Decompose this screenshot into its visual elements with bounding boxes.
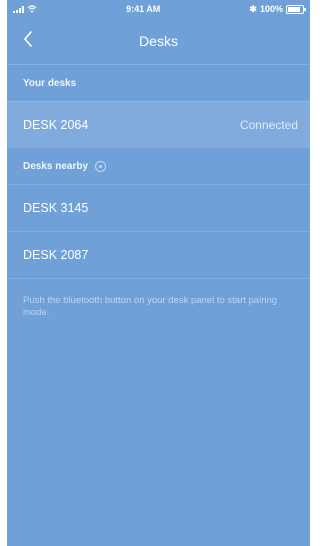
desk-row-nearby[interactable]: DESK 3145 [7, 184, 310, 231]
desks-screen: 9:41 AM ✱ 100% Desks Your desks DESK 206… [7, 0, 310, 546]
wifi-icon [27, 5, 37, 13]
your-desks-header: Your desks [23, 77, 77, 89]
scanning-icon [95, 160, 107, 172]
desks-nearby-label: Desks nearby [23, 160, 89, 172]
desk-row-nearby[interactable]: DESK 2087 [7, 231, 310, 278]
desk-name: DESK 2087 [23, 248, 89, 262]
desk-status: Connected [239, 118, 298, 132]
pairing-hint: Push the bluetooth button on your desk p… [23, 295, 278, 318]
status-time: 9:41 AM [126, 4, 161, 14]
desks-nearby-header: Desks nearby [7, 148, 310, 184]
page-title: Desks [139, 33, 178, 49]
desk-name: DESK 2064 [23, 118, 89, 132]
desk-name: DESK 3145 [23, 201, 89, 215]
back-button[interactable] [19, 30, 37, 48]
battery-icon [285, 4, 306, 14]
nav-bar: Desks [7, 18, 310, 65]
chevron-left-icon [23, 31, 32, 47]
status-bar: 9:41 AM ✱ 100% [7, 0, 310, 18]
signal-icon [13, 5, 24, 13]
battery-percent: 100% [259, 4, 283, 14]
status-right: ✱ 100% [249, 3, 306, 15]
desk-row-connected[interactable]: DESK 2064 Connected [7, 101, 310, 148]
bluetooth-icon: ✱ [249, 3, 257, 14]
status-left [13, 5, 37, 13]
